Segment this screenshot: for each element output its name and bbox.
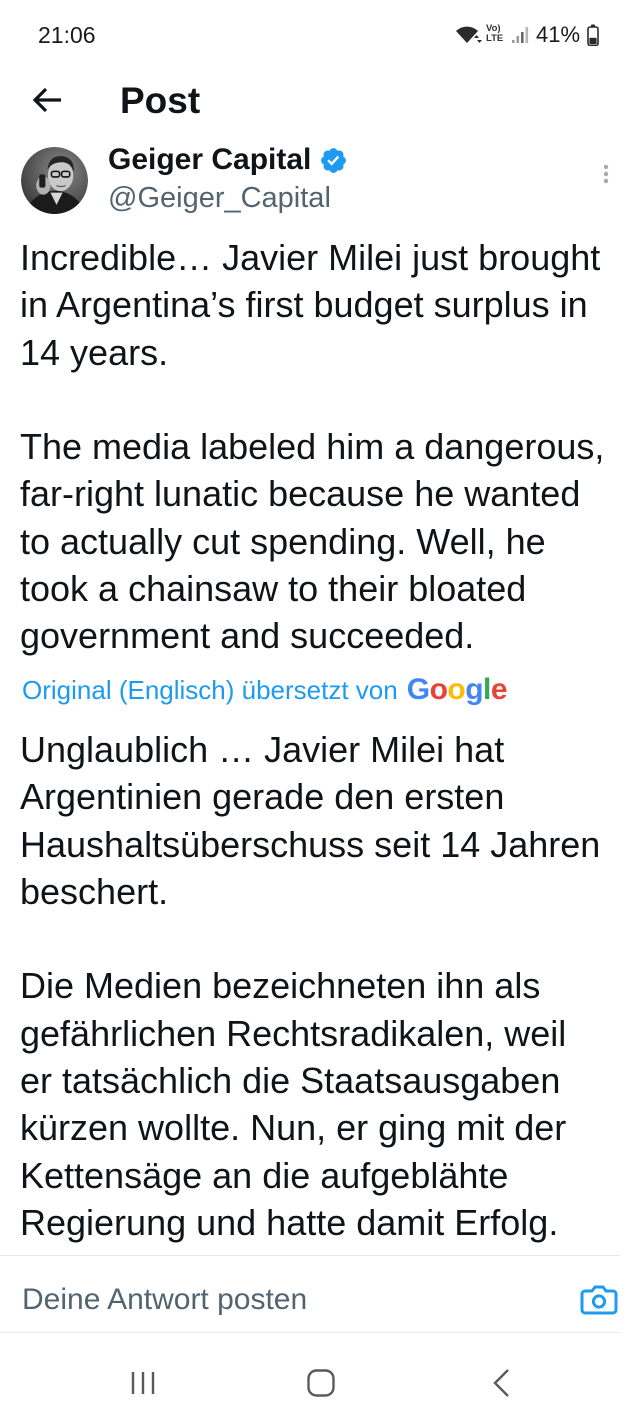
verified-badge-icon: [321, 147, 347, 173]
battery-icon: [587, 24, 599, 46]
google-logo-letter: l: [483, 673, 491, 706]
translated-text-line: er tatsächlich die Staatsausgaben: [20, 1060, 561, 1102]
battery-percentage: 41%: [536, 22, 581, 47]
page-title: Post: [120, 80, 201, 121]
screen: 21:06 Vo) LTE 41% Post Geiger Capital @G…: [0, 0, 639, 1422]
translation-label[interactable]: Original (Englisch) übersetzt von: [22, 670, 398, 710]
avatar-photo: [21, 147, 88, 214]
back-icon: [493, 1369, 509, 1397]
translated-text-line: Die Medien bezeichneten ihn als: [20, 965, 541, 1007]
post-paragraph: Incredible… Javier Milei just brought in…: [20, 234, 630, 376]
post-text-line: The media labeled him a dangerous,: [20, 426, 605, 468]
translated-paragraph: Unglaublich … Javier Milei hat Argentini…: [20, 726, 630, 915]
status-time: 21:06: [38, 22, 96, 48]
back-nav-button[interactable]: [478, 1362, 526, 1404]
translated-paragraph: Die Medien bezeichneten ihn als gefährli…: [20, 962, 630, 1246]
post-text-line: 14 years.: [20, 331, 169, 373]
translated-text-line: Unglaublich … Javier Milei hat: [20, 729, 505, 770]
author-handle[interactable]: @Geiger_Capital: [108, 181, 331, 215]
camera-icon[interactable]: [580, 1282, 618, 1316]
post-text-line: Incredible… Javier Milei just brought: [20, 237, 601, 278]
volte-indicator: Vo) LTE: [486, 24, 510, 44]
post-text-line: far-right lunatic because he wanted: [20, 473, 581, 515]
avatar[interactable]: [21, 147, 88, 214]
more-options-icon[interactable]: [596, 160, 616, 190]
back-arrow-icon: [32, 87, 61, 113]
google-logo-letter: G: [406, 673, 430, 706]
divider: [0, 1332, 620, 1333]
translated-text-line: beschert.: [20, 870, 169, 912]
recent-apps-button[interactable]: [119, 1362, 167, 1404]
recent-apps-icon: [131, 1372, 155, 1394]
translated-text-line: Regierung und hatte damit Erfolg.: [20, 1201, 559, 1243]
translation-attribution: Original (Englisch) übersetzt von Google: [22, 670, 508, 710]
signal-icon: [512, 27, 529, 43]
google-logo-letter: o: [447, 673, 466, 706]
translated-text-line: kürzen wollte. Nun, er ging mit der: [20, 1107, 567, 1149]
translated-text-line: gefährlichen Rechtsradikalen, weil: [20, 1012, 567, 1054]
post-text-line: took a chainsaw to their bloated: [20, 568, 527, 610]
wifi-icon: [456, 26, 482, 43]
translated-text: Unglaublich … Javier Milei hat Argentini…: [20, 726, 630, 1246]
translated-text-line: Kettensäge an die aufgeblähte: [20, 1154, 509, 1196]
google-logo: Google: [406, 670, 508, 710]
post-paragraph: The media labeled him a dangerous, far-r…: [20, 423, 630, 659]
post-text-line: government and succeeded.: [20, 615, 475, 657]
post-text-line: in Argentina’s first budget surplus in: [20, 284, 588, 326]
divider: [0, 1255, 620, 1256]
translated-text-line: Argentinien gerade den ersten: [20, 776, 505, 818]
battery-fill: [589, 37, 597, 45]
author-name-row: Geiger Capital: [108, 142, 348, 178]
post-text-line: to actually cut spending. Well, he: [20, 520, 546, 562]
home-icon: [307, 1369, 335, 1397]
back-button[interactable]: [26, 80, 70, 120]
google-logo-letter: g: [465, 673, 484, 706]
google-logo-letter: o: [429, 673, 448, 706]
volte-bottom-label: LTE: [486, 33, 504, 44]
translated-text-line: Haushaltsüberschuss seit 14 Jahren: [20, 823, 601, 865]
google-logo-letter: e: [490, 673, 508, 706]
home-button[interactable]: [297, 1362, 345, 1404]
author-name[interactable]: Geiger Capital: [108, 142, 311, 178]
post-text: Incredible… Javier Milei just brought in…: [20, 234, 630, 660]
reply-input[interactable]: Deine Antwort posten: [22, 1282, 562, 1318]
